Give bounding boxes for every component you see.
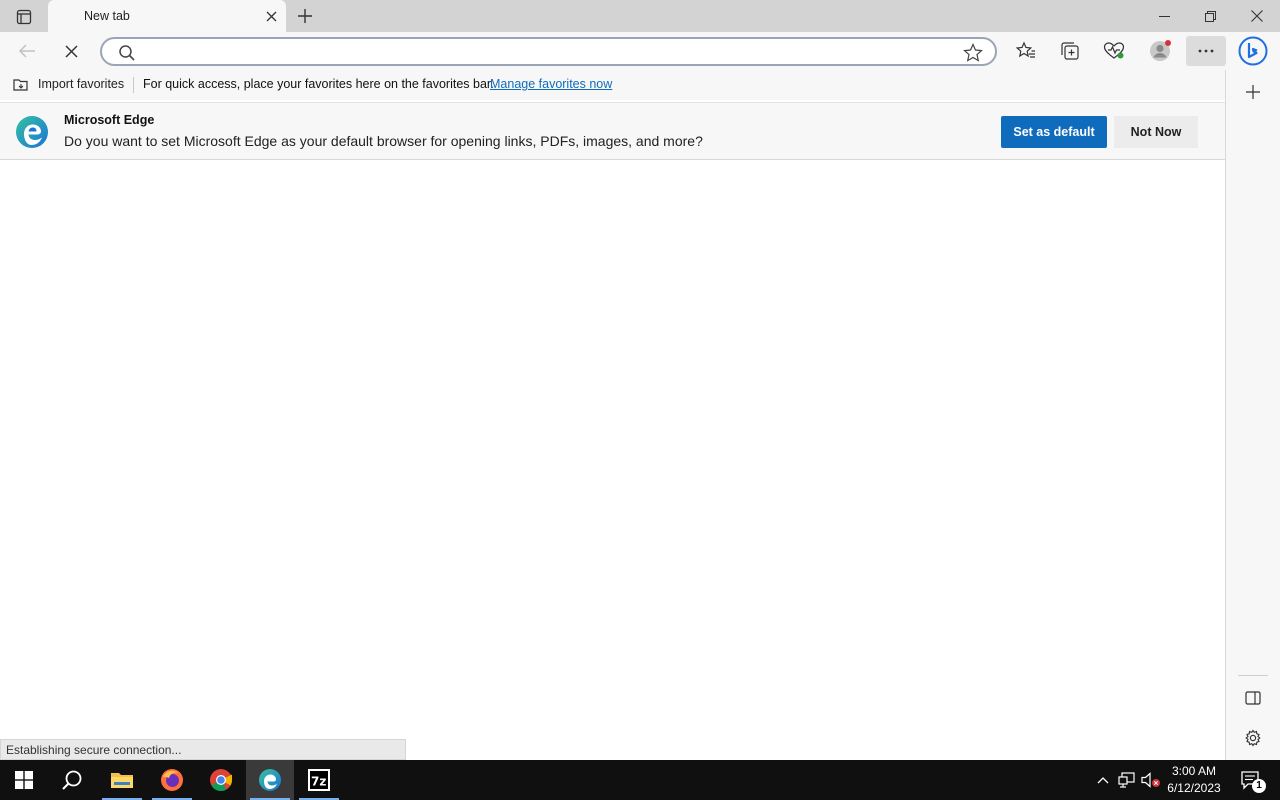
- taskbar-chrome[interactable]: [197, 760, 245, 800]
- svg-text:7z: 7z: [311, 775, 326, 789]
- desktop: New tab Import favorites For quick acces…: [0, 0, 1280, 800]
- edge-logo-icon: [16, 116, 48, 148]
- infobar-message: Do you want to set Microsoft Edge as you…: [64, 133, 703, 149]
- settings-and-more-button[interactable]: [1186, 36, 1226, 66]
- plus-icon: [1246, 85, 1260, 99]
- tab-actions-icon: [16, 9, 32, 25]
- status-bubble: Establishing secure connection...: [0, 739, 406, 760]
- volume-muted-icon: [1141, 772, 1160, 788]
- plus-icon: [298, 9, 312, 23]
- restore-button[interactable]: [1187, 0, 1233, 32]
- page-content: [0, 160, 1225, 739]
- tab-close-button[interactable]: [262, 7, 280, 25]
- tab-new-tab[interactable]: New tab: [48, 0, 286, 32]
- collections-icon: [1061, 42, 1079, 60]
- divider: [1238, 675, 1268, 676]
- bing-icon: [1238, 36, 1268, 66]
- close-icon: [1251, 10, 1263, 22]
- taskbar-file-explorer[interactable]: [98, 760, 146, 800]
- close-window-button[interactable]: [1234, 0, 1280, 32]
- notification-count-badge: 1: [1252, 779, 1266, 793]
- heart-pulse-icon: [1103, 42, 1125, 59]
- taskbar-7zip[interactable]: 7z: [295, 760, 343, 800]
- toolbar: [0, 32, 1280, 70]
- network-icon: [1118, 772, 1135, 788]
- volume-button[interactable]: [1140, 760, 1162, 800]
- import-favorites-label: Import favorites: [38, 77, 125, 91]
- favorites-button[interactable]: [1011, 36, 1041, 66]
- address-input[interactable]: [140, 43, 960, 61]
- hide-sidebar-button[interactable]: [1239, 684, 1267, 712]
- title-bar: New tab: [0, 0, 1280, 32]
- 7zip-icon: 7z: [308, 769, 330, 791]
- minimize-icon: [1158, 15, 1170, 17]
- clock-date: 6/12/2023: [1167, 781, 1221, 795]
- start-button[interactable]: [0, 760, 48, 800]
- stop-loading-button[interactable]: [56, 36, 86, 66]
- network-button[interactable]: [1116, 760, 1138, 800]
- back-button[interactable]: [12, 36, 42, 66]
- restore-icon: [1204, 10, 1216, 22]
- import-favorites-button[interactable]: Import favorites: [12, 76, 124, 92]
- firefox-icon: [161, 769, 183, 791]
- favorites-bar: Import favorites For quick access, place…: [0, 70, 1226, 100]
- back-arrow-icon: [18, 44, 35, 58]
- clock-time: 3:00 AM: [1171, 764, 1217, 778]
- infobar-title: Microsoft Edge: [64, 113, 155, 127]
- windows-logo-icon: [15, 771, 33, 789]
- sidebar: [1225, 70, 1280, 760]
- chrome-icon: [210, 769, 232, 791]
- import-favorites-icon: [13, 79, 28, 91]
- sidebar-settings-button[interactable]: [1239, 724, 1267, 752]
- avatar-icon: [1150, 40, 1171, 61]
- not-now-button[interactable]: Not Now: [1114, 116, 1198, 148]
- show-hidden-icons-button[interactable]: [1093, 760, 1113, 800]
- gear-icon: [1245, 729, 1261, 747]
- taskbar-edge[interactable]: [246, 760, 294, 800]
- divider: [133, 77, 134, 93]
- favorites-star-list-icon: [1016, 41, 1035, 58]
- add-favorite-star-icon[interactable]: [963, 43, 983, 63]
- set-as-default-button[interactable]: Set as default: [1001, 116, 1107, 148]
- add-sidebar-app-button[interactable]: [1239, 78, 1267, 106]
- tab-actions-button[interactable]: [8, 6, 40, 28]
- browser-essentials-button[interactable]: [1099, 36, 1129, 66]
- minimize-button[interactable]: [1141, 0, 1187, 32]
- sidebar-panel-icon: [1245, 691, 1261, 705]
- chevron-up-icon: [1097, 777, 1109, 784]
- tab-title: New tab: [84, 9, 130, 23]
- close-icon: [64, 44, 78, 58]
- taskbar-firefox[interactable]: [148, 760, 196, 800]
- search-icon: [62, 770, 82, 790]
- profile-button[interactable]: [1145, 36, 1175, 66]
- collections-button[interactable]: [1055, 36, 1085, 66]
- more-dots-icon: [1198, 49, 1214, 53]
- bing-chat-button[interactable]: [1237, 35, 1269, 67]
- default-browser-infobar: Microsoft Edge Do you want to set Micros…: [0, 102, 1226, 160]
- clock[interactable]: 3:00 AM 6/12/2023: [1160, 763, 1228, 797]
- manage-favorites-link[interactable]: Manage favorites now: [490, 77, 612, 91]
- folder-icon: [111, 773, 133, 788]
- action-center-button[interactable]: 1: [1234, 760, 1268, 800]
- new-tab-button[interactable]: [294, 5, 316, 27]
- edge-icon: [259, 769, 281, 791]
- favorites-bar-message: For quick access, place your favorites h…: [143, 77, 494, 91]
- search-button[interactable]: [48, 760, 96, 800]
- close-icon: [266, 11, 276, 21]
- taskbar: 7z 3:00 AM 6/12/2023 1: [0, 760, 1280, 800]
- search-icon: [119, 45, 135, 61]
- address-bar[interactable]: [100, 37, 997, 66]
